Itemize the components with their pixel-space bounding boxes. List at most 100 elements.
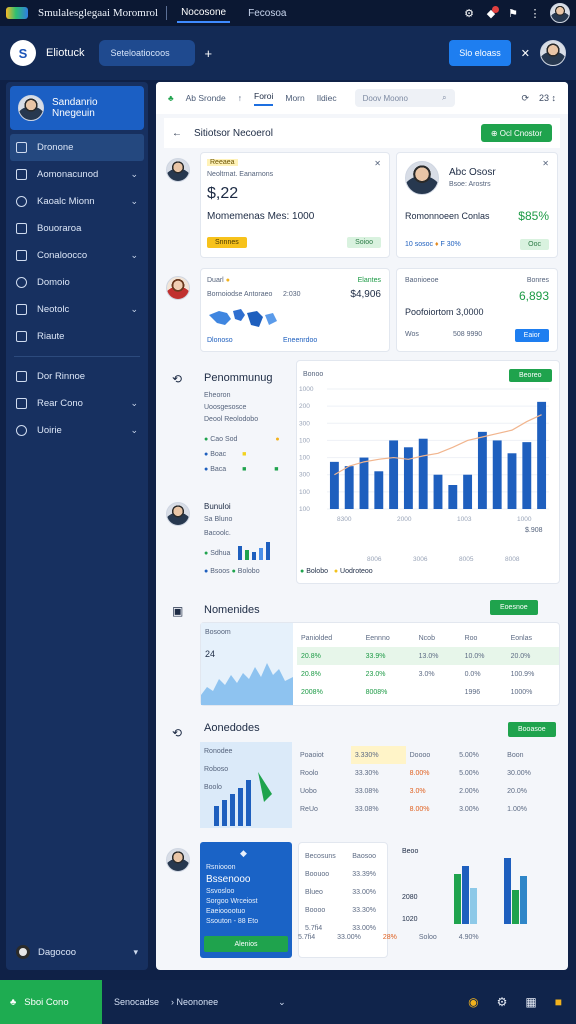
table-row[interactable]: Boooo 33.30% xyxy=(301,901,387,919)
tab-search-input[interactable]: Doov Moono ⌕ xyxy=(354,89,455,107)
tab-3[interactable]: Morn xyxy=(285,93,304,103)
table-row[interactable]: Uobo 33.08% 3.0% 2.00% 20.0% xyxy=(296,782,558,800)
accounts-mini-chart: Ronodee Roboso Boolo xyxy=(200,742,292,828)
table-cell: 33.30% xyxy=(352,906,377,914)
sidebar-item-8[interactable]: Riaute xyxy=(6,323,148,350)
table-cell: 1000% xyxy=(510,688,533,696)
performance-icon: ⟲ xyxy=(172,372,183,386)
sidebar2-item-3[interactable]: Uoirie ⌄ xyxy=(6,417,148,444)
card4-meta-left: Wos xyxy=(405,331,419,338)
grid-icon[interactable]: ▦ xyxy=(525,995,536,1009)
sidebar-item-1[interactable]: Dronone xyxy=(10,134,144,161)
table-cell: 8.00% xyxy=(409,769,430,777)
account-avatar[interactable] xyxy=(540,40,566,66)
sidebar-footer-item[interactable]: Dagocoo ▾ xyxy=(6,940,148,964)
bar xyxy=(454,874,461,924)
table-cell: 2.00% xyxy=(459,787,479,795)
summary-card-2[interactable]: Abc Ososr Bsoe: Arostrs ✕ Romonnoeen Con… xyxy=(396,152,558,258)
t2-side-2: 1020 xyxy=(402,916,418,923)
networks-table: Paniolded Eennno Ncob Roo Eonlas 20.8% 33… xyxy=(297,629,559,701)
card3-meta-right: Elantes xyxy=(357,277,381,284)
promo-line-1: Ssvosloo xyxy=(206,888,235,895)
sidebar-item-5[interactable]: Conaloocco ⌄ xyxy=(6,242,148,269)
tab-tools-text[interactable]: 23 ↕ xyxy=(539,93,556,104)
card1-close-icon[interactable]: ✕ xyxy=(374,159,381,168)
accounts-button[interactable]: Booasoe xyxy=(508,722,556,737)
card2-close-icon[interactable]: ✕ xyxy=(542,159,549,168)
card2-meta2-b: F 30% xyxy=(440,241,461,248)
promo-button[interactable]: Alenios xyxy=(204,936,288,952)
card3-line1: Bornoiodse Antoraeo xyxy=(207,291,273,298)
primary-action-button[interactable]: Slo eloass xyxy=(449,40,511,66)
table-cell: 5.00% xyxy=(459,769,479,777)
chevron-down-icon: ⌄ xyxy=(130,425,138,435)
perf-legend-label-1: Cao Sod xyxy=(210,436,238,443)
promo-title: Bssenooo xyxy=(206,874,251,885)
top-tab-1[interactable]: Nocosone xyxy=(177,4,231,23)
top-tab-2[interactable]: Fecosoa xyxy=(244,5,290,22)
summary-card-4[interactable]: Baonioeoe Bonres Poofoiortom 3,0000 6,89… xyxy=(396,268,558,352)
table-row[interactable]: 20.8% 33.9% 13.0% 10.0% 20.0% xyxy=(297,647,559,665)
sidebar-profile[interactable]: Sandanrio Nnegeuin xyxy=(10,86,144,130)
notification-icon[interactable]: ◆ xyxy=(484,6,499,20)
tab-1[interactable]: Ab Sronde xyxy=(186,93,226,103)
more-icon[interactable]: ⋮ xyxy=(528,6,542,20)
table-row[interactable]: Blueo 33.00% xyxy=(301,883,387,901)
card1-yellow-chip[interactable]: Snnnes xyxy=(207,237,247,248)
card2-green-chip[interactable]: Ooc xyxy=(520,239,549,250)
status-icon xyxy=(16,945,30,959)
table-row[interactable]: 2008% 8008% 1996 1000% xyxy=(297,683,559,701)
card1-green-chip[interactable]: Soioo xyxy=(347,237,381,248)
flag-icon[interactable]: ⚑ xyxy=(506,6,520,20)
card4-button[interactable]: Eaior xyxy=(514,329,549,342)
header-action-button[interactable]: ⊕ Ocl Cnostor xyxy=(480,124,552,142)
accounts-header-row: Poaoiot 3.330% Doooo 5.00% Boon xyxy=(296,746,558,764)
table-row[interactable]: Boouoo 33.39% xyxy=(301,865,387,883)
promo-card[interactable]: ◆ Rsniooon Bssenooo Ssvosloo Sorgoo Wrce… xyxy=(200,842,292,958)
sidebar-item-7[interactable]: Neotolc ⌄ xyxy=(6,296,148,323)
summary-card-1[interactable]: Reeaea Neoltrnat. Eanarnons ✕ $,22 Momem… xyxy=(200,152,390,258)
performance-chart-card[interactable]: Bonoo Beoreo 1000 200 300 100 100 300 100 100 83… xyxy=(296,360,560,584)
chevron-down-icon: ⌄ xyxy=(130,304,138,314)
grouped-bar-chart xyxy=(454,858,527,924)
sidebar2-item-2[interactable]: Rear Cono ⌄ xyxy=(6,390,148,417)
nav-icon xyxy=(16,398,27,409)
bottom-text-1[interactable]: Senocadse xyxy=(114,997,159,1007)
sidebar-item-6[interactable]: Domoio xyxy=(6,269,148,296)
bottom-text-2-label: Neononee xyxy=(176,997,219,1007)
close-icon[interactable]: ✕ xyxy=(521,47,530,60)
networks-button[interactable]: Eoesnoe xyxy=(490,600,538,615)
sidebar-item-label: Bouoraroa xyxy=(37,223,82,234)
table-cell: 33.00% xyxy=(352,888,377,896)
table-row[interactable]: Roolo 33.30% 8.00% 5.00% 30.00% xyxy=(296,764,558,782)
bottom-text-2[interactable]: › Neononee xyxy=(171,997,218,1007)
table-row[interactable]: ReUo 33.08% 8.00% 3.00% 1.00% xyxy=(296,800,558,818)
table-cell: 33.9% xyxy=(361,647,415,665)
bottom-primary-tab[interactable]: ♣ Sboi Cono xyxy=(0,980,102,1024)
lightbulb-icon[interactable]: ◉ xyxy=(468,995,478,1009)
bar xyxy=(448,485,458,509)
sticky-note-icon[interactable]: ■ xyxy=(555,995,562,1009)
accounts-mini-bars xyxy=(214,772,272,826)
workspace-search[interactable]: Seteloatiocoos xyxy=(98,40,195,66)
table-row[interactable]: 20.8% 23.0% 3.0% 0.0% 100.9% xyxy=(297,665,559,683)
bar xyxy=(389,440,399,509)
user-avatar[interactable] xyxy=(550,3,570,23)
sidebar-item-2[interactable]: Aomonacunod ⌄ xyxy=(6,161,148,188)
gear-icon[interactable]: ⚙ xyxy=(497,995,508,1009)
add-icon[interactable]: + xyxy=(205,46,213,61)
gear-icon[interactable]: ⚙ xyxy=(462,6,476,20)
tab-2[interactable]: Foroi xyxy=(254,91,274,106)
sidebar-item-4[interactable]: Bouoraroa xyxy=(6,215,148,242)
refresh-icon[interactable]: ⟳ xyxy=(521,93,529,104)
perf2-panel: Bunuloi Sa Bluno Bacoolc. ● Sdhua ● Bsoo… xyxy=(200,494,294,584)
table-cell xyxy=(415,683,461,701)
sidebar2-item-1[interactable]: Dor Rinnoe xyxy=(6,363,148,390)
chevron-down-icon[interactable]: ⌄ xyxy=(278,997,286,1008)
bar xyxy=(507,453,517,509)
map-card[interactable]: Duarl ● Elantes Bornoiodse Antoraeo 2:03… xyxy=(200,268,390,352)
tab-4[interactable]: Ildiec xyxy=(317,93,337,103)
card4-value: 6,893 xyxy=(518,289,549,303)
sidebar-item-3[interactable]: Kaoalc Mionn ⌄ xyxy=(6,188,148,215)
back-arrow-icon[interactable]: ← xyxy=(172,128,182,139)
